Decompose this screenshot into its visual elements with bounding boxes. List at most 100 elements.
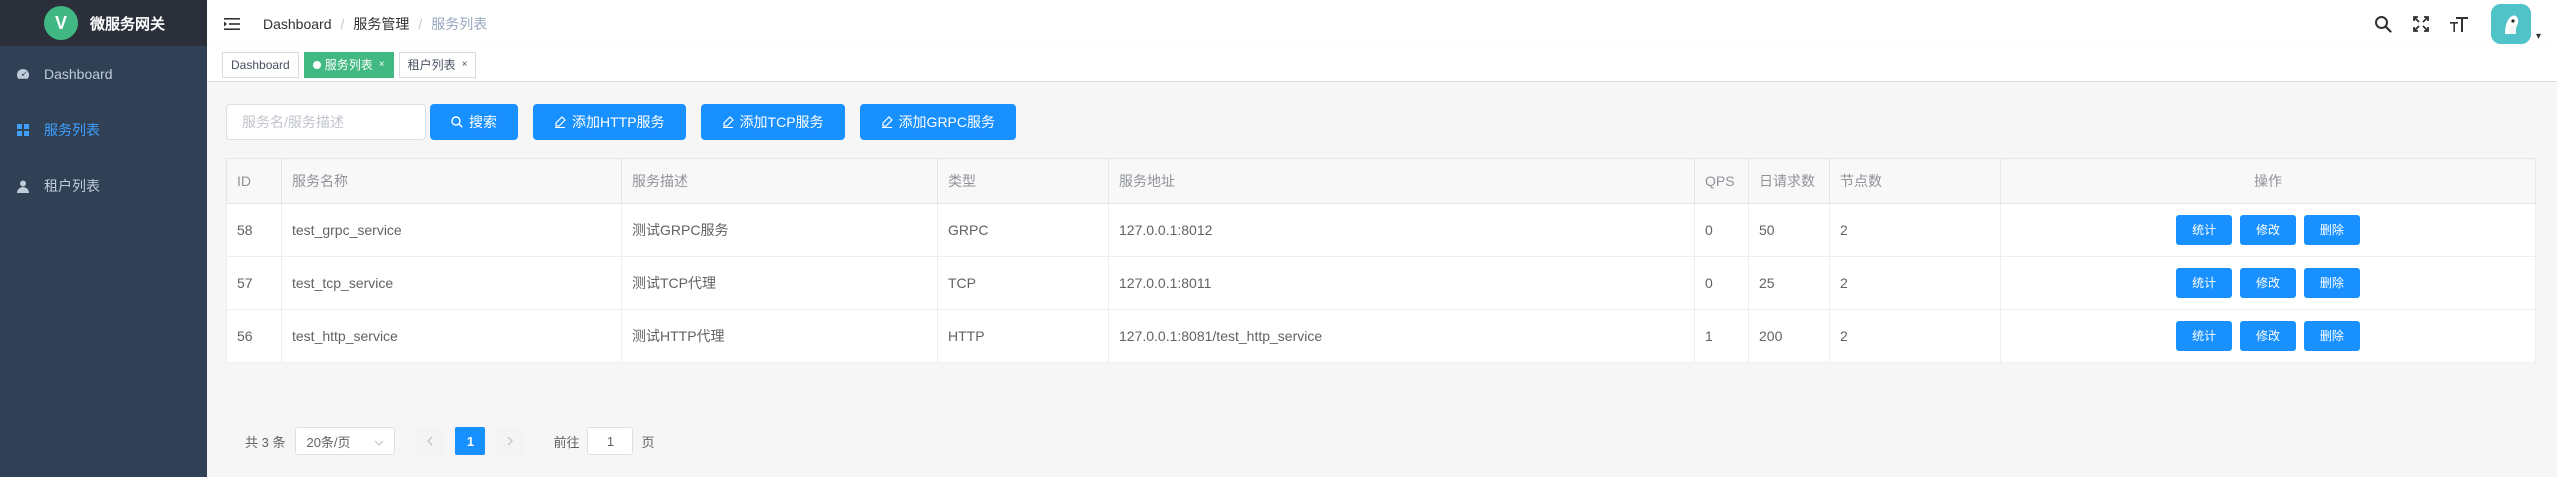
next-page-button[interactable] <box>495 427 526 455</box>
cell-desc: 测试TCP代理 <box>621 256 938 310</box>
sidebar-item-services[interactable]: 服务列表 <box>0 102 207 158</box>
sidebar-item-label: 租户列表 <box>44 178 100 194</box>
cell-daily-requests: 25 <box>1748 256 1830 310</box>
tag-label: Dashboard <box>231 57 290 72</box>
add-http-service-button[interactable]: 添加HTTP服务 <box>533 104 686 140</box>
dashboard-icon <box>16 67 30 81</box>
stat-button[interactable]: 统计 <box>2176 268 2233 298</box>
jump-prefix: 前往 <box>553 434 580 450</box>
tag-label: 服务列表 <box>324 58 373 72</box>
cell-qps: 0 <box>1694 203 1749 257</box>
close-icon[interactable]: × <box>462 59 468 70</box>
cell-name: test_tcp_service <box>281 256 622 310</box>
cell-nodes: 2 <box>1829 256 2001 310</box>
chevron-right-icon <box>508 436 514 446</box>
edit-button[interactable]: 修改 <box>2239 215 2296 245</box>
add-grpc-label: 添加GRPC服务 <box>898 114 996 130</box>
avatar[interactable] <box>2490 4 2531 44</box>
cell-desc: 测试GRPC服务 <box>621 203 938 257</box>
column-header-id[interactable]: ID <box>226 158 282 204</box>
add-tcp-service-button[interactable]: 添加TCP服务 <box>700 104 845 140</box>
stat-button[interactable]: 统计 <box>2176 215 2233 245</box>
table-row: 57 test_tcp_service 测试TCP代理 TCP 127.0.0.… <box>226 256 2536 310</box>
breadcrumb-separator: / <box>418 16 423 32</box>
sidebar-item-label: Dashboard <box>44 66 113 82</box>
edit-icon <box>722 116 734 128</box>
cell-actions: 统计 修改 删除 <box>2000 256 2536 310</box>
vue-logo-icon: V <box>44 6 78 40</box>
logo[interactable]: V 微服务网关 <box>0 0 207 46</box>
table-header-row: ID 服务名称 服务描述 类型 服务地址 QPS 日请求数 节点数 操作 <box>226 158 2536 204</box>
edit-icon <box>881 116 893 128</box>
delete-button[interactable]: 删除 <box>2303 321 2360 351</box>
edit-icon <box>554 116 566 128</box>
navbar: Dashboard / 服务管理 / 服务列表 ▾ <box>207 0 2557 48</box>
search-input[interactable] <box>226 104 426 140</box>
cell-address: 127.0.0.1:8012 <box>1108 203 1695 257</box>
cell-id: 56 <box>226 309 282 363</box>
column-header-name[interactable]: 服务名称 <box>281 158 622 204</box>
breadcrumb: Dashboard / 服务管理 / 服务列表 <box>263 14 487 34</box>
search-icon[interactable] <box>2373 14 2393 34</box>
stat-button[interactable]: 统计 <box>2176 321 2233 351</box>
hamburger-icon[interactable] <box>223 15 241 33</box>
cell-qps: 0 <box>1694 256 1749 310</box>
tag-label: 租户列表 <box>407 58 456 72</box>
column-header-type[interactable]: 类型 <box>937 158 1109 204</box>
cell-address: 127.0.0.1:8081/test_http_service <box>1108 309 1695 363</box>
tag-services[interactable]: 服务列表 × <box>303 51 394 78</box>
user-menu[interactable]: ▾ <box>2490 4 2541 44</box>
sidebar-item-dashboard[interactable]: Dashboard <box>0 46 207 102</box>
add-grpc-service-button[interactable]: 添加GRPC服务 <box>859 104 1017 140</box>
column-header-qps[interactable]: QPS <box>1694 158 1749 204</box>
edit-button[interactable]: 修改 <box>2239 268 2296 298</box>
breadcrumb-separator: / <box>340 16 345 32</box>
tags-view: Dashboard 服务列表 × 租户列表 × <box>207 48 2557 82</box>
page-number-current[interactable]: 1 <box>455 427 486 455</box>
sidebar-item-tenants[interactable]: 租户列表 <box>0 158 207 214</box>
tag-dashboard[interactable]: Dashboard <box>222 51 299 78</box>
font-size-icon[interactable] <box>2449 14 2469 34</box>
table-row: 58 test_grpc_service 测试GRPC服务 GRPC 127.0… <box>226 203 2536 257</box>
page-size-value: 20条/页 <box>306 434 351 450</box>
column-header-actions: 操作 <box>2000 158 2536 204</box>
breadcrumb-service-management[interactable]: 服务管理 <box>353 14 409 34</box>
delete-button[interactable]: 删除 <box>2303 268 2360 298</box>
app-title: 微服务网关 <box>90 15 166 33</box>
table-row: 56 test_http_service 测试HTTP代理 HTTP 127.0… <box>226 309 2536 363</box>
page-size-select[interactable]: 20条/页 <box>295 427 396 455</box>
add-tcp-label: 添加TCP服务 <box>739 114 824 130</box>
column-header-desc[interactable]: 服务描述 <box>621 158 938 204</box>
caret-down-icon[interactable]: ▾ <box>2536 31 2541 42</box>
column-header-address[interactable]: 服务地址 <box>1108 158 1695 204</box>
breadcrumb-dashboard[interactable]: Dashboard <box>263 16 332 32</box>
column-header-nodes[interactable]: 节点数 <box>1829 158 2001 204</box>
tag-tenants[interactable]: 租户列表 × <box>398 51 477 78</box>
edit-button[interactable]: 修改 <box>2239 321 2296 351</box>
navbar-right: ▾ <box>2373 0 2557 48</box>
cell-name: test_grpc_service <box>281 203 622 257</box>
search-button[interactable]: 搜索 <box>430 104 518 140</box>
user-icon <box>16 179 30 193</box>
cell-daily-requests: 50 <box>1748 203 1830 257</box>
page-jump-input[interactable] <box>587 427 634 455</box>
cell-desc: 测试HTTP代理 <box>621 309 938 363</box>
delete-button[interactable]: 删除 <box>2303 215 2360 245</box>
pagination-total: 共 3 条 <box>245 434 286 450</box>
add-http-label: 添加HTTP服务 <box>572 114 665 130</box>
sidebar-item-label: 服务列表 <box>44 122 100 138</box>
cell-address: 127.0.0.1:8011 <box>1108 256 1695 310</box>
cell-type: TCP <box>937 256 1109 310</box>
cell-type: GRPC <box>937 203 1109 257</box>
fullscreen-icon[interactable] <box>2411 14 2431 34</box>
main-content: 搜索 添加HTTP服务 添加TCP服务 添加GRPC服务 <box>207 82 2557 477</box>
column-header-daily-requests[interactable]: 日请求数 <box>1748 158 1830 204</box>
cell-nodes: 2 <box>1829 203 2001 257</box>
cell-id: 58 <box>226 203 282 257</box>
close-icon[interactable]: × <box>379 59 385 70</box>
service-table: ID 服务名称 服务描述 类型 服务地址 QPS 日请求数 节点数 操作 58 … <box>226 158 2536 363</box>
sidebar: V 微服务网关 Dashboard 服务列表 租户列表 <box>0 0 207 477</box>
prev-page-button[interactable] <box>415 427 446 455</box>
cell-daily-requests: 200 <box>1748 309 1830 363</box>
search-button-label: 搜索 <box>469 114 497 130</box>
